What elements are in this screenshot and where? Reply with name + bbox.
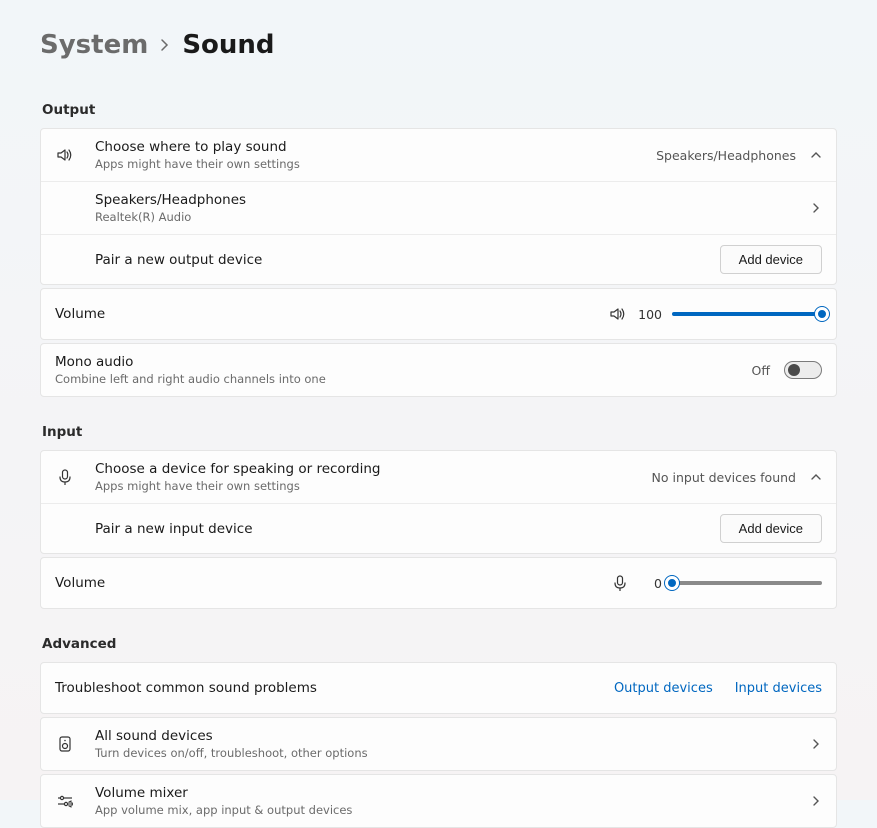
choose-output-title: Choose where to play sound bbox=[95, 139, 656, 155]
troubleshoot-output-link[interactable]: Output devices bbox=[614, 681, 713, 696]
mono-audio-row: Mono audio Combine left and right audio … bbox=[41, 344, 836, 396]
pair-output-title: Pair a new output device bbox=[95, 252, 720, 268]
input-volume-label: Volume bbox=[55, 575, 610, 591]
all-sound-devices-card[interactable]: All sound devices Turn devices on/off, t… bbox=[40, 717, 837, 771]
mono-audio-state: Off bbox=[752, 363, 770, 378]
choose-input-row[interactable]: Choose a device for speaking or recordin… bbox=[41, 451, 836, 503]
chevron-up-icon bbox=[810, 471, 822, 483]
breadcrumb-current: Sound bbox=[182, 30, 274, 60]
input-section-label: Input bbox=[42, 424, 837, 440]
troubleshoot-input-link[interactable]: Input devices bbox=[735, 681, 822, 696]
output-section-label: Output bbox=[42, 102, 837, 118]
add-input-device-button[interactable]: Add device bbox=[720, 514, 822, 543]
speaker-icon[interactable] bbox=[608, 304, 628, 324]
mono-audio-toggle[interactable] bbox=[784, 361, 822, 379]
breadcrumb-parent[interactable]: System bbox=[40, 30, 148, 60]
output-volume-card: Volume 100 bbox=[40, 288, 837, 340]
output-volume-slider[interactable] bbox=[672, 312, 822, 316]
input-volume-card: Volume 0 bbox=[40, 557, 837, 609]
microphone-icon bbox=[55, 467, 95, 487]
chevron-right-icon bbox=[810, 202, 822, 214]
choose-input-subtitle: Apps might have their own settings bbox=[95, 479, 652, 493]
all-sound-devices-subtitle: Turn devices on/off, troubleshoot, other… bbox=[95, 746, 810, 760]
troubleshoot-card: Troubleshoot common sound problems Outpu… bbox=[40, 662, 837, 714]
volume-mixer-title: Volume mixer bbox=[95, 785, 810, 801]
mono-audio-card: Mono audio Combine left and right audio … bbox=[40, 343, 837, 397]
troubleshoot-row: Troubleshoot common sound problems Outpu… bbox=[41, 663, 836, 713]
add-output-device-button[interactable]: Add device bbox=[720, 245, 822, 274]
volume-mixer-card[interactable]: Volume mixer App volume mix, app input &… bbox=[40, 774, 837, 828]
output-volume-value: 100 bbox=[638, 307, 662, 322]
breadcrumb: System Sound bbox=[40, 30, 837, 60]
choose-input-title: Choose a device for speaking or recordin… bbox=[95, 461, 652, 477]
pair-input-title: Pair a new input device bbox=[95, 521, 720, 537]
all-sound-devices-title: All sound devices bbox=[95, 728, 810, 744]
chevron-right-icon bbox=[160, 38, 170, 52]
pair-output-row: Pair a new output device Add device bbox=[41, 234, 836, 284]
chevron-right-icon bbox=[810, 795, 822, 807]
choose-output-subtitle: Apps might have their own settings bbox=[95, 157, 656, 171]
speaker-icon bbox=[55, 145, 95, 165]
mixer-icon bbox=[55, 791, 95, 811]
input-volume-value: 0 bbox=[640, 576, 662, 591]
input-device-card: Choose a device for speaking or recordin… bbox=[40, 450, 837, 554]
advanced-section-label: Advanced bbox=[42, 636, 837, 652]
output-volume-row: Volume 100 bbox=[41, 289, 836, 339]
output-device-subtitle: Realtek(R) Audio bbox=[95, 210, 810, 224]
choose-output-value: Speakers/Headphones bbox=[656, 148, 796, 163]
output-device-title: Speakers/Headphones bbox=[95, 192, 810, 208]
input-volume-slider[interactable] bbox=[672, 581, 822, 585]
choose-output-row[interactable]: Choose where to play sound Apps might ha… bbox=[41, 129, 836, 181]
chevron-up-icon bbox=[810, 149, 822, 161]
pair-input-row: Pair a new input device Add device bbox=[41, 503, 836, 553]
output-device-row[interactable]: Speakers/Headphones Realtek(R) Audio bbox=[41, 181, 836, 234]
choose-input-value: No input devices found bbox=[652, 470, 796, 485]
microphone-icon[interactable] bbox=[610, 573, 630, 593]
troubleshoot-title: Troubleshoot common sound problems bbox=[55, 680, 614, 696]
devices-icon bbox=[55, 734, 95, 754]
all-sound-devices-row[interactable]: All sound devices Turn devices on/off, t… bbox=[41, 718, 836, 770]
input-volume-row: Volume 0 bbox=[41, 558, 836, 608]
chevron-right-icon bbox=[810, 738, 822, 750]
mono-audio-subtitle: Combine left and right audio channels in… bbox=[55, 372, 752, 386]
volume-mixer-row[interactable]: Volume mixer App volume mix, app input &… bbox=[41, 775, 836, 827]
output-device-card: Choose where to play sound Apps might ha… bbox=[40, 128, 837, 285]
mono-audio-title: Mono audio bbox=[55, 354, 752, 370]
volume-mixer-subtitle: App volume mix, app input & output devic… bbox=[95, 803, 810, 817]
output-volume-label: Volume bbox=[55, 306, 608, 322]
